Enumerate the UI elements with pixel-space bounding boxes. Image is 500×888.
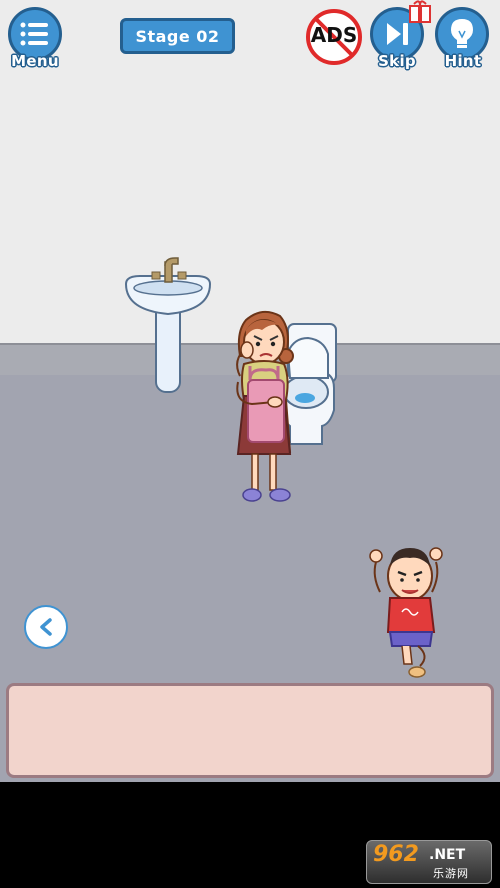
skip-icon: [387, 23, 408, 45]
skip-label: Skip: [378, 52, 416, 70]
ads-label: ADS: [310, 23, 358, 47]
game-scene: Menu Stage 02 ADS Skip Hint: [0, 0, 500, 782]
watermark-suffix: .NET: [429, 847, 466, 863]
toilet[interactable]: [281, 323, 337, 445]
remove-ads-button[interactable]: ADS: [305, 8, 363, 66]
stage-indicator: Stage 02: [120, 18, 235, 54]
watermark-brand: 962: [373, 842, 419, 867]
gift-icon[interactable]: [408, 0, 432, 26]
scene-illustration: [124, 257, 443, 678]
boy-character[interactable]: [369, 547, 443, 678]
sink[interactable]: [124, 257, 212, 393]
site-watermark: 962 .NET 乐游网: [366, 840, 492, 884]
mother-character[interactable]: [236, 310, 294, 502]
back-arrow-icon: [40, 618, 52, 636]
inventory-panel: [6, 683, 494, 778]
menu-icon: [20, 22, 48, 46]
hint-label: Hint: [444, 52, 482, 70]
hint-bulb-icon: [451, 19, 473, 48]
watermark-subtitle: 乐游网: [433, 867, 469, 880]
menu-label: Menu: [11, 52, 59, 70]
back-button[interactable]: [24, 605, 68, 649]
